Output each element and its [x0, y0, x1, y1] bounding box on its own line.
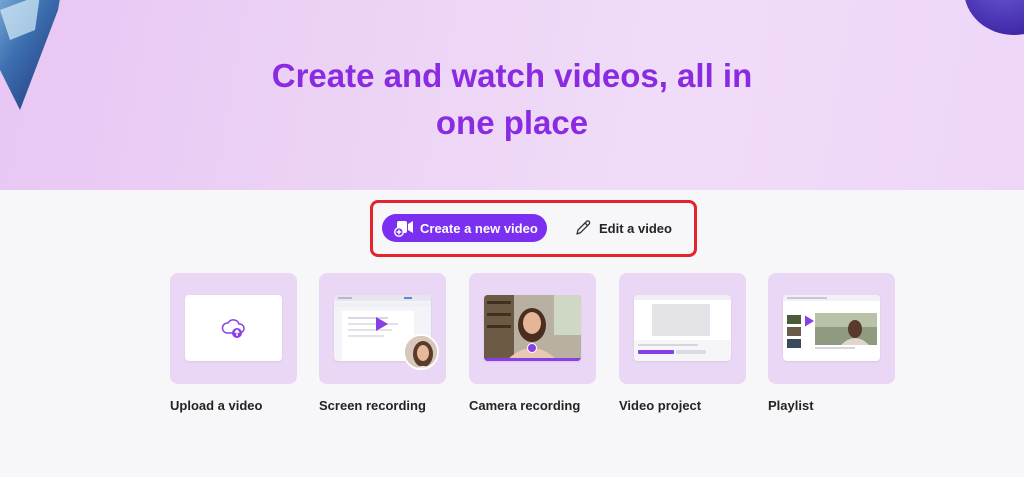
screen-record-icon [376, 317, 388, 331]
upload-video-card[interactable] [170, 273, 297, 384]
video-add-icon [394, 219, 414, 237]
screen-recording-card[interactable] [319, 273, 446, 384]
upload-thumbnail [185, 295, 282, 361]
cloud-upload-icon [221, 319, 245, 338]
video-project-card[interactable] [619, 273, 746, 384]
playlist-icon [805, 315, 814, 327]
title-line-2: one place [435, 104, 589, 141]
pencil-icon [574, 219, 592, 237]
create-new-video-button[interactable]: Create a new video [382, 214, 547, 242]
camera-icon [527, 343, 537, 353]
playlist-card[interactable] [768, 273, 895, 384]
upload-video-label[interactable]: Upload a video [170, 398, 262, 413]
screen-recording-label[interactable]: Screen recording [319, 398, 426, 413]
video-project-icon [634, 295, 731, 361]
presenter-avatar [403, 334, 439, 370]
camera-recording-thumbnail [484, 295, 581, 361]
playlist-thumbnail [783, 295, 880, 361]
video-project-thumbnail [634, 295, 731, 361]
camera-recording-label[interactable]: Camera recording [469, 398, 580, 413]
page-title: Create and watch videos, all in one plac… [0, 52, 1024, 146]
camera-recording-card[interactable] [469, 273, 596, 384]
edit-video-button[interactable]: Edit a video [568, 214, 680, 242]
video-project-label[interactable]: Video project [619, 398, 701, 413]
title-line-1: Create and watch videos, all in [271, 57, 753, 94]
hero-banner: Create and watch videos, all in one plac… [0, 0, 1024, 190]
create-new-video-label: Create a new video [420, 220, 538, 236]
edit-video-label: Edit a video [599, 220, 672, 236]
decorative-shape-right [965, 0, 1024, 35]
playlist-label[interactable]: Playlist [768, 398, 814, 413]
